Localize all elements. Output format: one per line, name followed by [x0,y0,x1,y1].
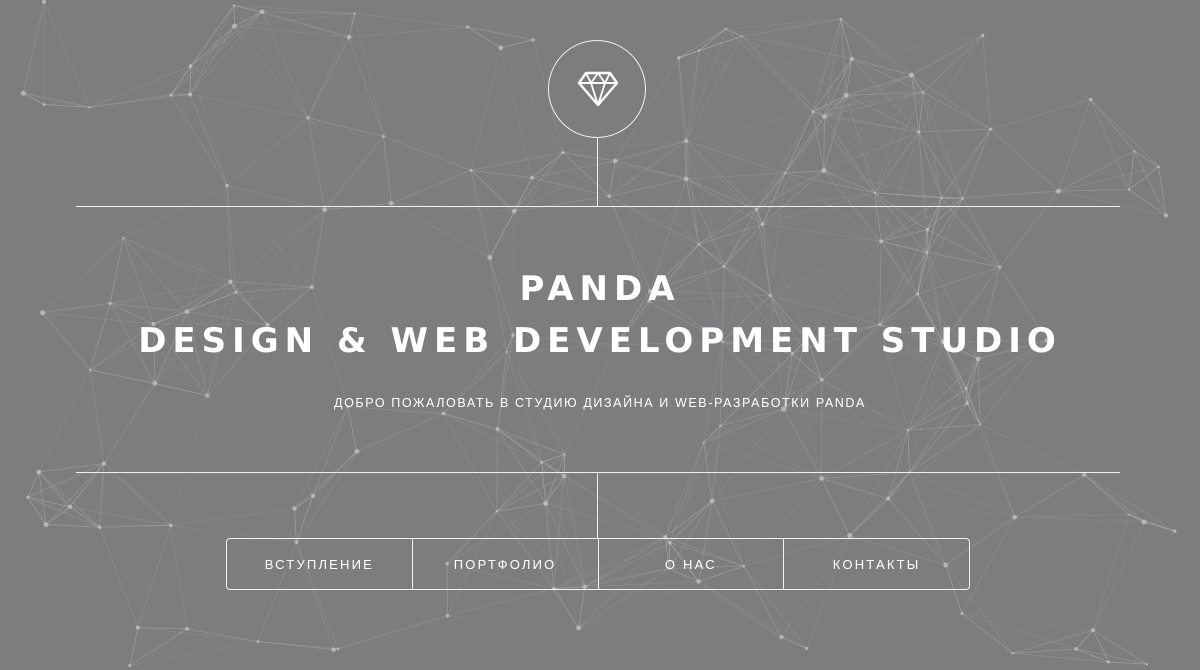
connector-line-bottom [597,472,598,538]
tagline: ДОБРО ПОЖАЛОВАТЬ В СТУДИЮ ДИЗАЙНА И WEB-… [334,396,866,410]
connector-line-top [597,138,598,206]
page-title-studio: DESIGN & WEB DEVELOPMENT STUDIO [138,321,1062,361]
nav-item-contacts[interactable]: КОНТАКТЫ [783,539,969,589]
page-title-brand: PANDA [519,269,681,309]
divider-bottom [76,472,1120,473]
divider-top [76,206,1120,207]
nav-item-intro[interactable]: ВСТУПЛЕНИЕ [227,539,412,589]
main-nav: ВСТУПЛЕНИЕ ПОРТФОЛИО О НАС КОНТАКТЫ [226,538,970,590]
diamond-icon [577,71,619,107]
nav-item-about[interactable]: О НАС [597,539,784,589]
nav-item-portfolio[interactable]: ПОРТФОЛИО [411,539,598,589]
logo-badge[interactable] [548,40,646,138]
